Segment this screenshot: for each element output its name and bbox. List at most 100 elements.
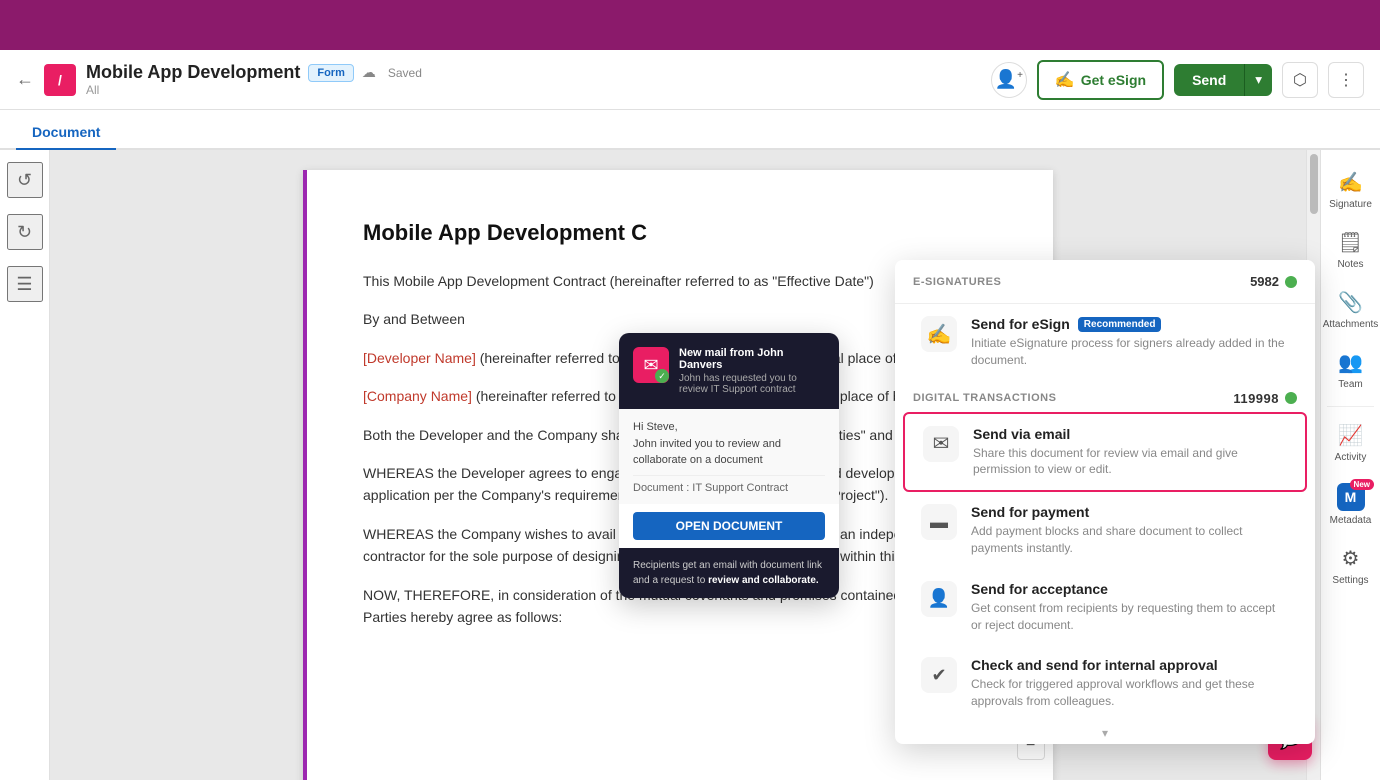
company-placeholder: [Company Name]	[363, 388, 472, 404]
approval-option-desc: Check for triggered approval workflows a…	[971, 676, 1289, 710]
doc-icon: /	[44, 64, 76, 96]
sidebar-item-activity[interactable]: 📈 Activity	[1321, 415, 1380, 471]
digital-transactions-header: DIGITAL TRANSACTIONS 119998	[895, 381, 1315, 412]
toolbar-left: ↺ ↻ ☰	[0, 150, 50, 780]
settings-icon: ⚙	[1342, 546, 1360, 571]
form-badge: Form	[308, 64, 354, 82]
send-esign-option[interactable]: ✍ Send for eSign Recommended Initiate eS…	[903, 304, 1307, 381]
tab-document[interactable]: Document	[16, 116, 116, 150]
doc-title-area: Mobile App Development Form ☁ Saved All	[86, 62, 422, 97]
send-dropdown-button[interactable]: ▾	[1244, 64, 1272, 96]
esignatures-status-dot	[1285, 276, 1297, 288]
doc-sub: All	[86, 83, 422, 97]
acceptance-option-desc: Get consent from recipients by requestin…	[971, 600, 1289, 634]
add-user-button[interactable]: 👤+	[991, 62, 1027, 98]
sidebar-item-team[interactable]: 👥 Team	[1321, 342, 1380, 398]
payment-option-icon: ▬	[921, 504, 957, 540]
share-icon: ⬡	[1293, 70, 1307, 90]
header: ← / Mobile App Development Form ☁ Saved …	[0, 50, 1380, 110]
redo-button[interactable]: ↻	[7, 214, 43, 250]
get-esign-button[interactable]: ✍ Get eSign	[1037, 60, 1164, 100]
notif-check-icon: ✓	[655, 369, 669, 383]
send-panel: E-SIGNATURES 5982 ✍ Send for eSign Recom…	[895, 260, 1315, 744]
top-bar	[0, 0, 1380, 50]
header-left: ← / Mobile App Development Form ☁ Saved …	[16, 62, 979, 97]
notif-title-area: New mail from John Danvers John has requ…	[679, 347, 825, 395]
sidebar-divider	[1327, 406, 1374, 407]
team-icon: 👥	[1338, 350, 1363, 375]
send-payment-option[interactable]: ▬ Send for payment Add payment blocks an…	[903, 492, 1307, 569]
add-user-icon: 👤+	[995, 69, 1023, 90]
send-email-option[interactable]: ✉ Send via email Share this document for…	[903, 412, 1307, 493]
esign-option-title: Send for eSign Recommended	[971, 316, 1289, 332]
payment-option-title: Send for payment	[971, 504, 1289, 520]
sidebar-settings-label: Settings	[1332, 575, 1368, 586]
notif-body: Hi Steve, John invited you to review and…	[619, 409, 839, 504]
esignatures-header: E-SIGNATURES 5982	[895, 260, 1315, 304]
doc-title: Mobile App Development	[86, 62, 300, 83]
notif-email-wrap: ✉ ✓	[633, 347, 669, 383]
sidebar-team-label: Team	[1338, 379, 1362, 390]
sidebar-attachments-label: Attachments	[1323, 319, 1379, 330]
notif-doc-label: Document : IT Support Contract	[633, 475, 825, 494]
scroll-thumb[interactable]	[1310, 154, 1318, 214]
tabs-bar: Document	[0, 110, 1380, 150]
back-button[interactable]: ←	[16, 69, 34, 90]
send-approval-option[interactable]: ✔ Check and send for internal approval C…	[903, 645, 1307, 722]
send-main-button[interactable]: Send	[1174, 64, 1244, 96]
panel-scroll-down: ▾	[895, 722, 1315, 744]
undo-button[interactable]: ↺	[7, 162, 43, 198]
email-option-text: Send via email Share this document for r…	[973, 426, 1287, 479]
sidebar-signature-label: Signature	[1329, 199, 1372, 210]
esign-option-text: Send for eSign Recommended Initiate eSig…	[971, 316, 1289, 369]
sidebar-item-signature[interactable]: ✍ Signature	[1321, 162, 1380, 218]
list-button[interactable]: ☰	[7, 266, 43, 302]
attachments-icon: 📎	[1338, 290, 1363, 315]
payment-option-text: Send for payment Add payment blocks and …	[971, 504, 1289, 557]
esign-option-icon: ✍	[921, 316, 957, 352]
email-option-icon: ✉	[923, 426, 959, 462]
email-option-title: Send via email	[973, 426, 1287, 442]
esignatures-count: 5982	[1250, 274, 1297, 289]
notes-icon: 🗒	[1338, 230, 1363, 255]
share-button[interactable]: ⬡	[1282, 62, 1318, 98]
notif-footer-bold: review and collaborate.	[708, 575, 819, 586]
payment-option-desc: Add payment blocks and share document to…	[971, 523, 1289, 557]
notif-header: ✉ ✓ New mail from John Danvers John has …	[619, 333, 839, 409]
sidebar-activity-label: Activity	[1335, 452, 1367, 463]
approval-option-icon: ✔	[921, 657, 957, 693]
doc-title-heading: Mobile App Development C	[363, 220, 993, 246]
sidebar-item-settings[interactable]: ⚙ Settings	[1321, 538, 1380, 594]
digital-status-dot	[1285, 392, 1297, 404]
saved-status: ☁ Saved	[362, 64, 422, 81]
notification-card: ✉ ✓ New mail from John Danvers John has …	[619, 333, 839, 598]
header-right: 👤+ ✍ Get eSign Send ▾ ⬡ ⋮	[991, 60, 1364, 100]
main-layout: ↺ ↻ ☰ Mobile App Development C This Mobi…	[0, 150, 1380, 780]
email-option-desc: Share this document for review via email…	[973, 445, 1287, 479]
saved-label: Saved	[388, 66, 422, 80]
more-icon: ⋮	[1338, 70, 1354, 90]
digital-title: DIGITAL TRANSACTIONS	[913, 392, 1056, 404]
recommended-badge: Recommended	[1078, 317, 1162, 332]
esign-icon: ✍	[1055, 70, 1075, 90]
sidebar-notes-label: Notes	[1337, 259, 1363, 270]
open-document-button[interactable]: OPEN DOCUMENT	[633, 512, 825, 540]
send-acceptance-option[interactable]: 👤 Send for acceptance Get consent from r…	[903, 569, 1307, 646]
send-button-group: Send ▾	[1174, 64, 1272, 96]
esignatures-title: E-SIGNATURES	[913, 276, 1001, 288]
new-badge: New	[1350, 479, 1374, 490]
notif-footer: Recipients get an email with document li…	[619, 548, 839, 598]
sidebar-item-attachments[interactable]: 📎 Attachments	[1321, 282, 1380, 338]
approval-option-text: Check and send for internal approval Che…	[971, 657, 1289, 710]
right-sidebar: ✍ Signature 🗒 Notes 📎 Attachments 👥 Team…	[1320, 150, 1380, 780]
activity-icon: 📈	[1338, 423, 1363, 448]
digital-count: 119998	[1233, 391, 1297, 406]
more-button[interactable]: ⋮	[1328, 62, 1364, 98]
sidebar-item-notes[interactable]: 🗒 Notes	[1321, 222, 1380, 278]
sidebar-item-metadata[interactable]: New M Metadata	[1321, 475, 1380, 534]
approval-option-title: Check and send for internal approval	[971, 657, 1289, 673]
esignatures-count-num: 5982	[1250, 274, 1279, 289]
sidebar-metadata-label: Metadata	[1330, 515, 1372, 526]
chevron-down-icon: ▾	[1255, 72, 1262, 87]
digital-count-num: 119998	[1233, 391, 1279, 406]
